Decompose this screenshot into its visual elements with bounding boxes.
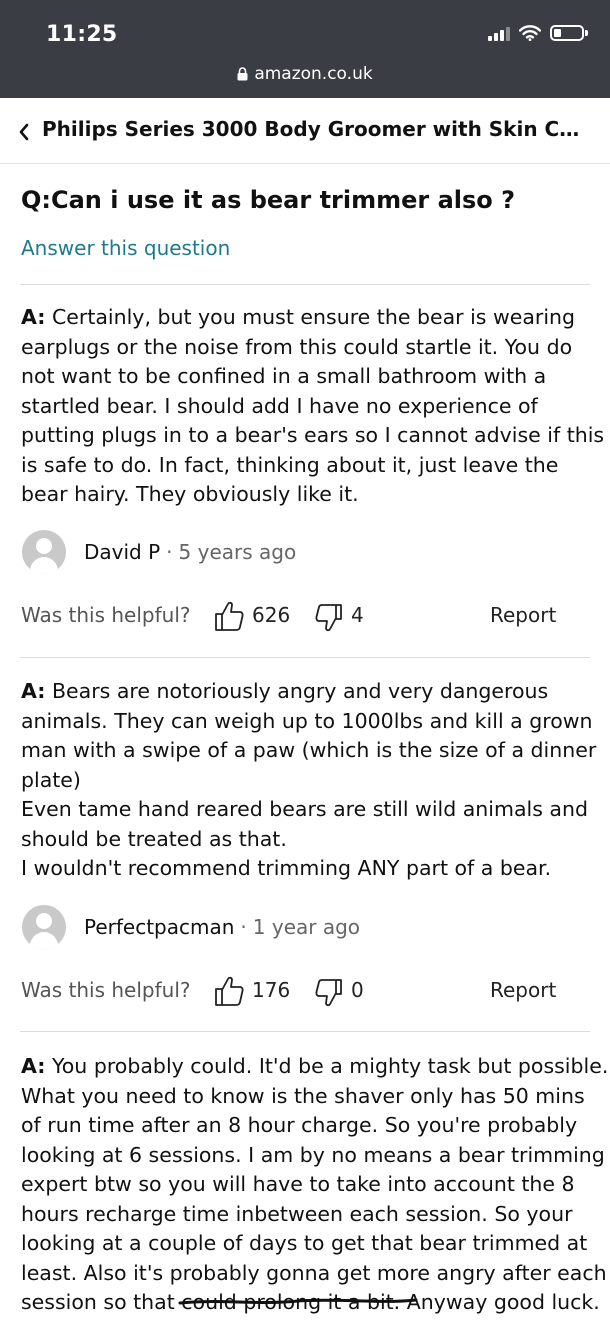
answer-line: looking at 6 sessions. I am by no means …: [21, 1142, 605, 1167]
helpful-label: Was this helpful?: [21, 978, 191, 1002]
answer-line: plate): [21, 767, 81, 792]
divider: [20, 657, 590, 658]
wifi-icon: [519, 25, 541, 41]
answer-line: startled bear. I should add I have no ex…: [21, 393, 538, 418]
answer-line: hours recharge time inbetween each sessi…: [21, 1201, 573, 1226]
answer-line: Even tame hand reared bears are still wi…: [21, 797, 588, 821]
product-header: Philips Series 3000 Body Groomer with Sk…: [0, 98, 610, 164]
answer-line: man with a swipe of a paw (which is the …: [21, 738, 597, 762]
answer-line: A: Bears are notoriously angry and very …: [21, 679, 549, 703]
answer-line: not want to be confined in a small bathr…: [21, 364, 547, 388]
thumbs-down-icon[interactable]: [315, 603, 343, 633]
helpful-label: Was this helpful?: [21, 603, 191, 627]
scribble-mark: [178, 1298, 418, 1305]
answer-line: A: Certainly, but you must ensure the be…: [21, 305, 576, 329]
product-title[interactable]: Philips Series 3000 Body Groomer with Sk…: [42, 117, 592, 141]
upvote-count: 626: [252, 603, 291, 627]
answer-text: A: Bears are notoriously angry and very …: [21, 677, 597, 884]
answer-line: least. Also it's probably gonna get more…: [21, 1260, 607, 1285]
answer-line: looking at a couple of days to get that …: [21, 1231, 588, 1255]
answer-line: A: You probably could. It'd be a mighty …: [21, 1054, 609, 1078]
answer-line: putting plugs in to a bear's ears so I c…: [21, 423, 605, 447]
answer-this-question-link[interactable]: Answer this question: [21, 236, 230, 260]
status-icons: [488, 25, 588, 41]
url-bar[interactable]: amazon.co.uk: [0, 64, 610, 84]
lock-icon: [237, 67, 248, 81]
answer-line: of run time after an 8 hour charge. So y…: [21, 1113, 578, 1137]
answer-label: A:: [21, 1054, 46, 1078]
cellular-signal-icon: [488, 25, 510, 41]
thumbs-down-icon[interactable]: [315, 978, 343, 1008]
answer-line: animals. They can weigh up to 1000lbs an…: [21, 708, 593, 733]
helpful-row: Was this helpful? 626 4 Report: [21, 600, 581, 634]
chevron-left-icon[interactable]: [18, 122, 30, 142]
divider: [20, 284, 590, 285]
answer-time: 5 years ago: [178, 540, 297, 564]
answer-line: I wouldn't recommend trimming ANY part o…: [21, 856, 552, 880]
status-time: 11:25: [46, 22, 118, 47]
thumbs-up-icon[interactable]: [214, 600, 244, 632]
answer-line: expert btw so you will have to take into…: [21, 1172, 575, 1196]
divider: [20, 1031, 590, 1032]
answer-text: A: Certainly, but you must ensure the be…: [21, 303, 605, 510]
helpful-row: Was this helpful? 176 0 Report: [21, 975, 581, 1009]
separator-dot: ·: [166, 540, 173, 564]
downvote-count: 0: [351, 978, 364, 1002]
answer-label: A:: [21, 679, 46, 703]
answer-line: bear hairy. They obviously like it.: [21, 482, 359, 506]
report-link[interactable]: Report: [490, 603, 556, 627]
answer-label: A:: [21, 305, 46, 329]
downvote-count: 4: [351, 603, 364, 627]
answer-author: David P · 5 years ago: [22, 529, 296, 575]
avatar: [22, 530, 66, 574]
answer-text: A: You probably could. It'd be a mighty …: [21, 1052, 609, 1318]
url-text: amazon.co.uk: [254, 64, 373, 84]
upvote-count: 176: [252, 978, 291, 1002]
answer-line: earplugs or the noise from this could st…: [21, 334, 573, 359]
answer-author: Perfectpacman · 1 year ago: [22, 904, 360, 950]
avatar: [22, 905, 66, 949]
author-name[interactable]: Perfectpacman: [84, 915, 234, 939]
author-name[interactable]: David P: [84, 540, 160, 564]
answer-line: What you need to know is the shaver only…: [21, 1083, 585, 1108]
answer-line: is safe to do. In fact, thinking about i…: [21, 452, 559, 477]
question-title: Q:Can i use it as bear trimmer also ?: [21, 186, 516, 214]
battery-icon: [550, 25, 588, 41]
answer-line: should be treated as that.: [21, 826, 287, 851]
separator-dot: ·: [240, 915, 247, 939]
answer-time: 1 year ago: [252, 915, 361, 939]
status-and-url-bar: 11:25 amazon.co.uk: [0, 0, 610, 98]
report-link[interactable]: Report: [490, 978, 556, 1002]
thumbs-up-icon[interactable]: [214, 975, 244, 1007]
